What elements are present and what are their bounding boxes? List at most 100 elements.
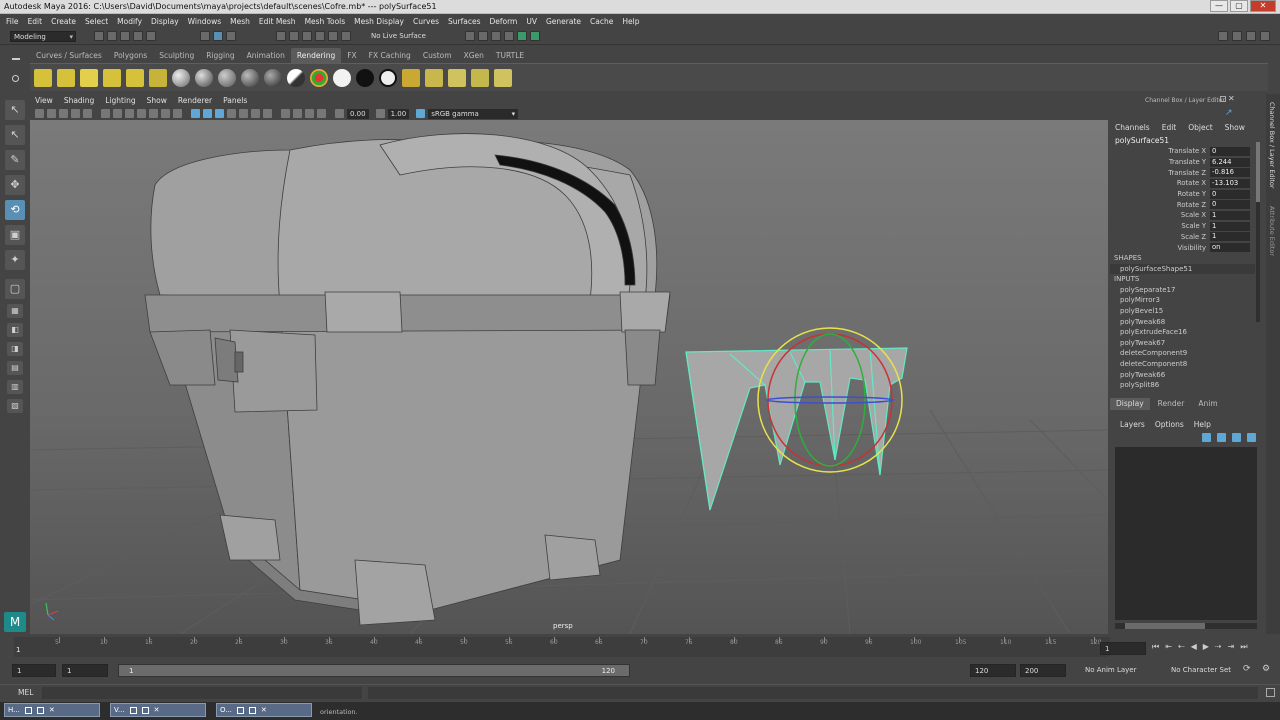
rotate-tool-icon[interactable]: ⟲: [5, 200, 25, 220]
gamma-field[interactable]: 1.00: [387, 108, 410, 119]
shelf-tab-rendering[interactable]: Rendering: [290, 48, 342, 63]
surface-shader-icon[interactable]: [333, 68, 351, 87]
lambert-material-icon[interactable]: [195, 68, 213, 87]
bookmark-icon[interactable]: [59, 109, 68, 118]
render-settings-icon[interactable]: [491, 31, 501, 41]
render-current-frame-icon[interactable]: [402, 68, 420, 87]
object-name[interactable]: polySurface51: [1115, 136, 1169, 145]
move-layer-up-icon[interactable]: [1202, 433, 1211, 442]
field-chart-icon[interactable]: [149, 109, 158, 118]
character-set-dropdown[interactable]: No Character Set: [1171, 666, 1231, 674]
shelf-tab-sculpting[interactable]: Sculpting: [153, 48, 200, 63]
input-node[interactable]: polyTweak66: [1110, 370, 1255, 381]
maximize-icon[interactable]: [36, 706, 44, 714]
layers-menu[interactable]: Layers: [1120, 420, 1145, 429]
playback-start-field[interactable]: 1: [62, 664, 108, 677]
menu-file[interactable]: File: [6, 17, 19, 26]
shadows-icon[interactable]: [251, 109, 260, 118]
current-frame-field[interactable]: 1: [1100, 642, 1146, 655]
hypershade-layout-icon[interactable]: ▤: [7, 361, 23, 375]
input-node[interactable]: polyMirror3: [1110, 295, 1255, 306]
menu-set-dropdown[interactable]: Modeling: [10, 31, 76, 42]
panel-float-icon[interactable]: [1220, 96, 1226, 102]
wireframe-on-shaded-icon[interactable]: [215, 109, 224, 118]
menu-curves[interactable]: Curves: [413, 17, 439, 26]
color-management-icon[interactable]: [416, 109, 426, 118]
xray-components-icon[interactable]: [317, 109, 326, 118]
input-node[interactable]: polyTweak67: [1110, 338, 1255, 349]
menu-mesh-display[interactable]: Mesh Display: [354, 17, 404, 26]
play-forwards-icon[interactable]: ▶: [1203, 642, 1209, 652]
snap-curve-icon[interactable]: [289, 31, 299, 41]
select-camera-icon[interactable]: [35, 109, 44, 118]
close-icon[interactable]: ✕: [154, 706, 160, 714]
animation-start-field[interactable]: 1: [12, 664, 56, 677]
layer-list-scroll-thumb[interactable]: [1125, 623, 1205, 629]
maximize-icon[interactable]: [248, 706, 256, 714]
persp-outliner-layout-icon[interactable]: ◧: [7, 323, 23, 337]
use-background-icon[interactable]: [356, 68, 374, 87]
side-tab-attribute-editor[interactable]: Attribute Editor: [1268, 206, 1276, 256]
attribute-value[interactable]: 1: [1210, 232, 1250, 242]
blinn-material-icon[interactable]: [172, 68, 190, 87]
shelf-settings-icon[interactable]: [12, 75, 19, 82]
tab-render[interactable]: Render: [1152, 398, 1191, 410]
select-hierarchy-icon[interactable]: [200, 31, 210, 41]
panel-close-icon[interactable]: ✕: [1228, 94, 1235, 103]
new-empty-layer-icon[interactable]: [1232, 433, 1241, 442]
modeling-toolkit-icon[interactable]: [530, 31, 540, 41]
last-tool-icon[interactable]: ✦: [5, 250, 25, 270]
ramp-shader-icon[interactable]: [287, 68, 305, 87]
snap-point-icon[interactable]: [302, 31, 312, 41]
shelf-tab-turtle[interactable]: TURTLE: [490, 48, 530, 63]
render-frame-icon[interactable]: [465, 31, 475, 41]
tool-settings-icon[interactable]: [1246, 31, 1256, 41]
area-light-icon[interactable]: [126, 68, 144, 87]
menu-generate[interactable]: Generate: [546, 17, 581, 26]
menu-edit[interactable]: Edit: [28, 17, 43, 26]
move-layer-down-icon[interactable]: [1217, 433, 1226, 442]
move-tool-icon[interactable]: ✥: [5, 175, 25, 195]
new-scene-icon[interactable]: [94, 31, 104, 41]
snap-surface-icon[interactable]: [328, 31, 338, 41]
undo-icon[interactable]: [133, 31, 143, 41]
attribute-value[interactable]: 1: [1210, 221, 1250, 231]
attribute-value[interactable]: 1: [1210, 210, 1250, 220]
camera-attributes-icon[interactable]: [47, 109, 56, 118]
smooth-shade-icon[interactable]: [203, 109, 212, 118]
step-forward-frame-icon[interactable]: ⇢: [1215, 642, 1222, 652]
hypershade-shelf-icon[interactable]: [494, 68, 512, 87]
gate-mask-icon[interactable]: [137, 109, 146, 118]
attribute-value[interactable]: on: [1210, 243, 1250, 253]
range-slider[interactable]: 1 120: [118, 664, 630, 677]
attribute-value[interactable]: 0: [1210, 146, 1250, 156]
live-surface-icon[interactable]: [341, 31, 351, 41]
attribute-editor-icon[interactable]: [1232, 31, 1242, 41]
viewport-menu-show[interactable]: Show: [147, 96, 167, 105]
minimized-window[interactable]: V... ✕: [110, 703, 206, 717]
show-menu[interactable]: Show: [1225, 123, 1245, 132]
select-object-icon[interactable]: [213, 31, 223, 41]
wireframe-icon[interactable]: [191, 109, 200, 118]
menu-select[interactable]: Select: [85, 17, 108, 26]
grid-icon[interactable]: [101, 109, 110, 118]
ipr-render-shelf-icon[interactable]: [425, 68, 443, 87]
shading-map-icon[interactable]: [379, 68, 397, 87]
channel-box-dock-icon[interactable]: ↗: [1225, 108, 1235, 118]
snap-view-icon[interactable]: [315, 31, 325, 41]
layer-list[interactable]: [1115, 447, 1257, 620]
close-icon[interactable]: ✕: [261, 706, 267, 714]
phonge-material-icon[interactable]: [241, 68, 259, 87]
attribute-value[interactable]: 0: [1210, 189, 1250, 199]
volume-light-icon[interactable]: [149, 68, 167, 87]
new-layer-selected-icon[interactable]: [1247, 433, 1256, 442]
phong-material-icon[interactable]: [218, 68, 236, 87]
shelf-tab-rigging[interactable]: Rigging: [200, 48, 240, 63]
input-node[interactable]: deleteComponent8: [1110, 359, 1255, 370]
perspective-viewport[interactable]: persp: [30, 120, 1108, 634]
edit-menu[interactable]: Edit: [1162, 123, 1177, 132]
tab-anim[interactable]: Anim: [1192, 398, 1223, 410]
close-icon[interactable]: ✕: [49, 706, 55, 714]
shape-node[interactable]: polySurfaceShape51: [1110, 263, 1255, 275]
spot-light-icon[interactable]: [103, 68, 121, 87]
